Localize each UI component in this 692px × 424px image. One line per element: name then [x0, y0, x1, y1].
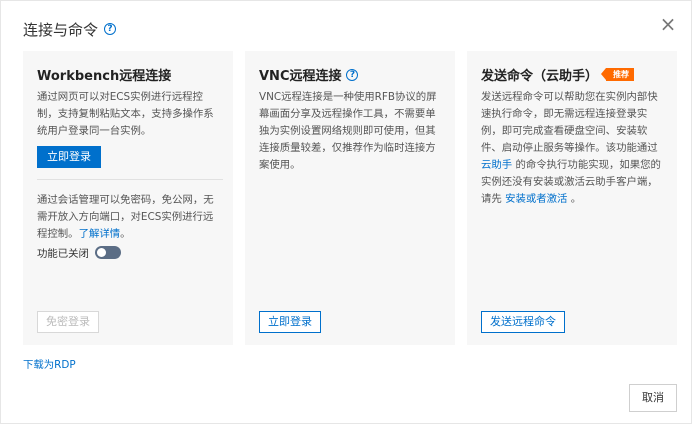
toggle-label: 功能已关闭 — [37, 248, 89, 260]
help-icon[interactable]: ? — [104, 23, 117, 35]
dialog-title: 连接与命令 — [23, 20, 99, 39]
workbench-panel: Workbench远程连接 通过网页可以对ECS实例进行远程控制，支持复制粘贴文… — [23, 51, 233, 345]
toggle-knob — [96, 248, 106, 257]
connection-dialog: 连接与命令 ? × Workbench远程连接 通过网页可以对ECS实例进行远程… — [0, 0, 692, 424]
command-title: 发送命令（云助手） — [481, 69, 599, 84]
workbench-title: Workbench远程连接 — [37, 69, 172, 84]
command-desc-part3: 。 — [570, 193, 582, 205]
cloud-assistant-link[interactable]: 云助手 — [481, 159, 512, 171]
session-description: 通过会话管理可以免密码，免公网，无需开放入方向端口，对ECS实例进行远程控制。了… — [37, 194, 214, 240]
close-icon[interactable]: × — [659, 14, 677, 34]
vnc-title: VNC远程连接 — [259, 69, 342, 84]
command-panel: 发送命令（云助手） 推荐 发送远程命令可以帮助您在实例内部快速执行命令，即无需远… — [467, 51, 677, 345]
vnc-title-row: VNC远程连接 ? — [259, 65, 359, 84]
feature-toggle-row: 功能已关闭 — [37, 245, 121, 260]
workbench-login-button[interactable]: 立即登录 — [37, 146, 101, 168]
workbench-description: 通过网页可以对ECS实例进行远程控制，支持复制粘贴文本，支持多操作系统用户登录同… — [37, 91, 214, 137]
vnc-description: VNC远程连接是一种使用RFB协议的屏幕画面分享及远程操作工具，不需要单独为实例… — [259, 91, 437, 171]
send-command-button[interactable]: 发送远程命令 — [481, 311, 565, 333]
vnc-panel: VNC远程连接 ? VNC远程连接是一种使用RFB协议的屏幕画面分享及远程操作工… — [245, 51, 455, 345]
recommended-badge: 推荐 — [601, 68, 635, 81]
feature-toggle[interactable] — [94, 246, 121, 259]
command-title-row: 发送命令（云助手） 推荐 — [481, 65, 635, 84]
install-activate-link[interactable]: 安装或者激活 — [505, 193, 567, 205]
dialog-header: 连接与命令 ? — [23, 17, 117, 41]
cancel-button[interactable]: 取消 — [629, 384, 677, 412]
command-desc-part1: 发送远程命令可以帮助您在实例内部快速执行命令，即无需远程连接登录实例，即可完成查… — [481, 91, 658, 154]
learn-more-link[interactable]: 了解详情 — [79, 228, 121, 240]
passwordless-login-button: 免密登录 — [37, 311, 99, 333]
vnc-help-icon[interactable]: ? — [346, 68, 359, 81]
workbench-divider — [37, 179, 223, 180]
vnc-login-button[interactable]: 立即登录 — [259, 311, 321, 333]
command-description: 发送远程命令可以帮助您在实例内部快速执行命令，即无需远程连接登录实例，即可完成查… — [481, 89, 667, 208]
download-rdp-link[interactable]: 下载为RDP — [23, 356, 76, 371]
